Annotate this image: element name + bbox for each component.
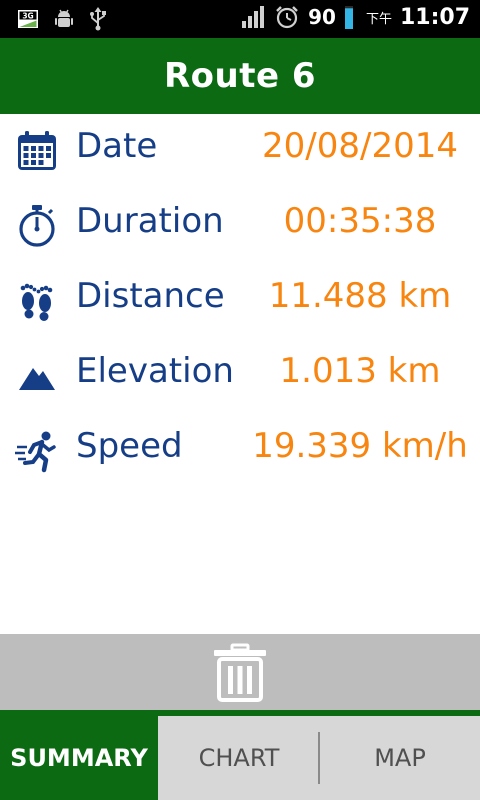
summary-row-speed: Speed 19.339 km/h	[0, 414, 480, 489]
duration-value: 00:35:38	[283, 201, 437, 241]
summary-row-elevation: Elevation 1.013 km	[0, 339, 480, 414]
status-right-icons: 90 下午 11:07	[240, 4, 470, 30]
3g-sim-icon: 3G	[16, 7, 40, 31]
tab-chart[interactable]: CHART	[158, 716, 320, 800]
distance-label: Distance	[76, 276, 225, 316]
screen: 3G 90 下午 11:07 Route 6 Date 20/08/2014 D…	[0, 0, 480, 800]
time-ampm: 下午	[365, 11, 392, 27]
trash-icon[interactable]	[208, 642, 272, 702]
speed-value: 19.339 km/h	[252, 426, 468, 466]
elevation-label: Elevation	[76, 351, 234, 391]
battery-icon	[344, 4, 354, 30]
date-value: 20/08/2014	[262, 126, 458, 166]
usb-icon	[88, 6, 108, 32]
tab-chart-label: CHART	[198, 744, 280, 772]
footprints-icon	[14, 278, 60, 324]
battery-level: 90	[308, 5, 336, 29]
sim-label: 3G	[22, 12, 33, 21]
title-bar: Route 6	[0, 38, 480, 114]
summary-row-distance: Distance 11.488 km	[0, 264, 480, 339]
runner-icon	[14, 428, 60, 474]
page-title: Route 6	[163, 56, 317, 96]
speed-label: Speed	[76, 426, 183, 466]
clock-time: 11:07	[399, 4, 470, 30]
distance-value: 11.488 km	[268, 276, 452, 316]
mountain-icon	[14, 353, 60, 399]
alarm-clock-icon	[274, 4, 300, 30]
bottom-tabs: SUMMARY CHART MAP	[0, 716, 480, 800]
summary-row-duration: Duration 00:35:38	[0, 189, 480, 264]
summary-row-date: Date 20/08/2014	[0, 114, 480, 189]
tab-map-label: MAP	[374, 744, 426, 772]
stopwatch-icon	[14, 203, 60, 249]
android-debug-icon	[52, 7, 76, 31]
date-label: Date	[76, 126, 158, 166]
duration-label: Duration	[76, 201, 224, 241]
tab-summary-label: SUMMARY	[10, 744, 148, 772]
delete-bar	[0, 634, 480, 710]
elevation-value: 1.013 km	[279, 351, 441, 391]
signal-bars-icon	[240, 4, 266, 30]
calendar-icon	[14, 128, 60, 174]
tab-map[interactable]: MAP	[320, 716, 480, 800]
tab-summary[interactable]: SUMMARY	[0, 716, 158, 800]
status-left-icons: 3G	[16, 6, 108, 32]
status-bar: 3G 90 下午 11:07	[0, 0, 480, 38]
